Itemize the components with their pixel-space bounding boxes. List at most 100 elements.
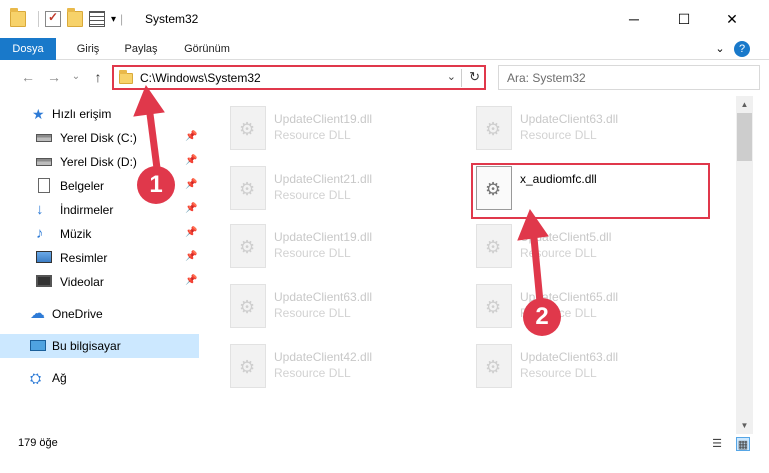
sidebar-item-this-pc[interactable]: Bu bilgisayar (0, 334, 199, 358)
download-icon: ↓ (36, 201, 44, 218)
sidebar-item-videos[interactable]: Videolar 📌 (0, 270, 199, 294)
recent-locations-button[interactable]: ⌄ (66, 71, 86, 82)
file-name: UpdateClient63.dll (520, 112, 619, 126)
pin-icon[interactable]: 📌 (185, 203, 197, 214)
sidebar-item-label: Videolar (60, 275, 104, 289)
pin-icon[interactable]: 📌 (185, 275, 197, 286)
file-type: Resource DLL (274, 366, 351, 380)
sidebar-item-quick-access[interactable]: ★ Hızlı erişim (0, 102, 199, 126)
pin-icon[interactable]: 📌 (185, 131, 197, 142)
toolbar-divider (38, 11, 39, 27)
file-item[interactable]: UpdateClient42.dll Resource DLL (230, 342, 430, 390)
file-name: UpdateClient19.dll (274, 230, 373, 244)
tab-file[interactable]: Dosya (0, 38, 56, 60)
help-icon[interactable]: ? (734, 41, 750, 57)
pin-icon[interactable]: 📌 (185, 179, 197, 190)
title-bar: ▾ | System32 ─ ☐ ✕ (0, 0, 769, 38)
pin-icon[interactable]: 📌 (185, 155, 197, 166)
dll-file-icon (476, 224, 512, 268)
pictures-icon (36, 251, 52, 263)
pin-icon[interactable]: 📌 (185, 227, 197, 238)
sidebar-item-label: Bu bilgisayar (52, 339, 121, 353)
ribbon-collapse-icon[interactable]: ⌄ (712, 41, 728, 57)
vertical-scrollbar[interactable]: ▲ ▼ (736, 96, 753, 434)
document-icon (38, 178, 50, 193)
properties-icon[interactable] (45, 10, 61, 27)
sidebar-item-label: Yerel Disk (C:) (60, 131, 137, 145)
sidebar-item-label: İndirmeler (60, 203, 114, 217)
file-item[interactable]: UpdateClient63.dll Resource DLL (476, 104, 676, 152)
address-bar[interactable]: C:\Windows\System32 ⌄ ↻ (112, 65, 486, 90)
item-count: 179 öğe (18, 437, 58, 449)
target-file-highlight (471, 163, 710, 219)
file-type: Resource DLL (520, 246, 597, 260)
scroll-up-button[interactable]: ▲ (736, 96, 753, 113)
file-type: Resource DLL (520, 128, 597, 142)
ribbon: Dosya Giriş Paylaş Görünüm ⌄ ? (0, 38, 769, 60)
file-item[interactable]: UpdateClient65.dll Resource DLL (476, 282, 676, 330)
file-item[interactable]: UpdateClient21.dll Resource DLL (230, 164, 430, 212)
sidebar-item-label: Ağ (52, 371, 67, 385)
close-button[interactable]: ✕ (709, 0, 755, 38)
tab-home[interactable]: Giriş (66, 38, 110, 60)
folder-icon (10, 8, 26, 27)
status-bar: 179 öğe ☰ ▦ (0, 434, 769, 454)
sidebar-item-downloads[interactable]: ↓ İndirmeler 📌 (0, 198, 199, 222)
file-item[interactable]: UpdateClient5.dll Resource DLL (476, 222, 676, 270)
cloud-icon: ☁ (30, 305, 45, 322)
address-text[interactable]: C:\Windows\System32 (140, 71, 261, 85)
pin-icon[interactable]: 📌 (185, 251, 197, 262)
file-type: Resource DLL (520, 366, 597, 380)
dll-file-icon (230, 344, 266, 388)
sidebar-item-label: Yerel Disk (D:) (60, 155, 137, 169)
minimize-button[interactable]: ─ (611, 0, 657, 38)
new-folder-icon[interactable] (67, 8, 83, 27)
sidebar-item-pictures[interactable]: Resimler 📌 (0, 246, 199, 270)
dll-file-icon (476, 284, 512, 328)
address-dropdown-chevron-icon[interactable]: ⌄ (447, 70, 456, 83)
tab-share[interactable]: Paylaş (118, 38, 164, 60)
file-item[interactable]: UpdateClient63.dll Resource DLL (476, 342, 676, 390)
file-item[interactable]: UpdateClient19.dll Resource DLL (230, 104, 430, 152)
step-2-badge: 2 (523, 298, 561, 336)
scroll-down-button[interactable]: ▼ (736, 417, 753, 434)
quick-access-toolbar: ▾ | (10, 8, 124, 28)
file-type: Resource DLL (274, 246, 351, 260)
large-icons-view-icon[interactable]: ▦ (736, 437, 750, 451)
address-divider (461, 69, 462, 87)
sidebar-item-local-disk-c[interactable]: Yerel Disk (C:) 📌 (0, 126, 199, 150)
step-1-badge: 1 (137, 166, 175, 204)
navigation-bar: ← → ⌄ ↑ C:\Windows\System32 ⌄ ↻ Ara: Sys… (0, 60, 769, 96)
refresh-icon[interactable]: ↻ (469, 69, 480, 85)
video-icon (36, 275, 52, 287)
file-name: UpdateClient19.dll (274, 112, 373, 126)
drive-icon (36, 134, 52, 142)
file-item[interactable]: UpdateClient63.dll Resource DLL (230, 282, 430, 330)
title-separator: | (120, 12, 124, 26)
maximize-button[interactable]: ☐ (661, 0, 707, 38)
file-type: Resource DLL (274, 306, 351, 320)
file-list: UpdateClient19.dll Resource DLL UpdateCl… (202, 96, 736, 434)
dll-file-icon (476, 106, 512, 150)
back-button[interactable]: ← (18, 69, 38, 85)
file-name: UpdateClient21.dll (274, 172, 373, 186)
file-name: UpdateClient63.dll (520, 350, 619, 364)
file-item[interactable]: UpdateClient19.dll Resource DLL (230, 222, 430, 270)
scroll-thumb[interactable] (737, 113, 752, 161)
up-button[interactable]: ↑ (88, 69, 108, 85)
customize-toolbar-chevron-icon[interactable]: ▾ (111, 14, 116, 25)
sidebar-item-music[interactable]: ♪ Müzik 📌 (0, 222, 199, 246)
search-input[interactable]: Ara: System32 (498, 65, 760, 90)
file-name: UpdateClient63.dll (274, 290, 373, 304)
drive-icon (36, 158, 52, 166)
view-options-icon[interactable] (89, 11, 105, 27)
tab-view[interactable]: Görünüm (176, 38, 238, 60)
forward-button[interactable]: → (44, 69, 64, 85)
file-name: UpdateClient5.dll (520, 230, 612, 244)
window-title: System32 (145, 12, 199, 26)
details-view-icon[interactable]: ☰ (710, 437, 724, 451)
dll-file-icon (230, 166, 266, 210)
dll-file-icon (230, 224, 266, 268)
sidebar-item-onedrive[interactable]: ☁ OneDrive (0, 302, 199, 326)
sidebar-item-network[interactable]: ⛭ Ağ (0, 366, 199, 390)
